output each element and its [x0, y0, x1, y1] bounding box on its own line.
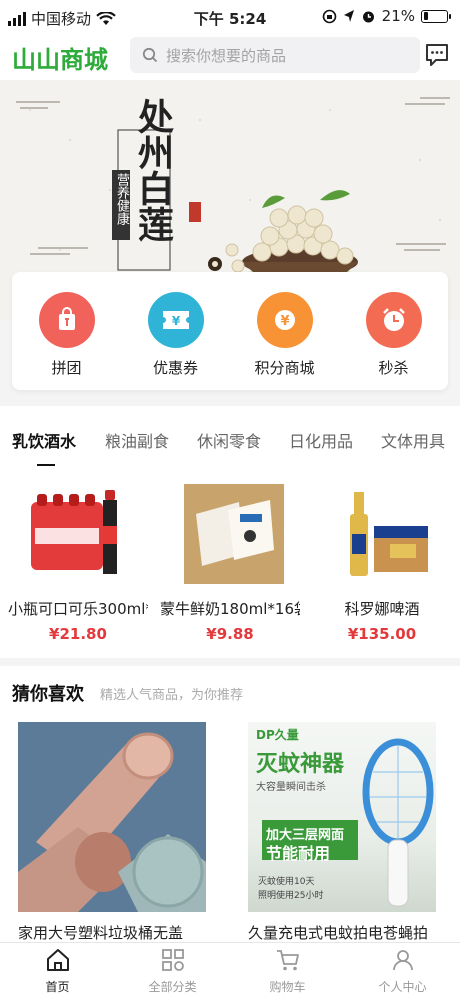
tabbar-profile[interactable]: 个人中心: [345, 943, 460, 996]
spec-label-2: 照明使用25小时: [258, 891, 324, 901]
quick-item-label: 秒杀: [378, 359, 409, 377]
svg-text:¥: ¥: [280, 314, 289, 329]
product-image-coke: [28, 484, 128, 584]
product-name: 小瓶可口可乐300ml*12瓶: [8, 600, 148, 618]
home-icon: [46, 949, 69, 971]
banner-title: 处州白莲: [132, 98, 174, 242]
tabbar-label: 个人中心: [378, 980, 427, 994]
orientation-lock-icon: [322, 9, 336, 23]
recommend-card[interactable]: DP久量 灭蚊神器 大容量瞬间击杀 加大三层网面 节能耐用 灭蚊使用10天 照明…: [248, 722, 436, 912]
quick-item-coupon[interactable]: ¥ 优惠券: [136, 292, 216, 390]
quick-item-flash-sale[interactable]: 秒杀: [354, 292, 434, 390]
tab-snacks[interactable]: 休闲零食: [197, 428, 261, 452]
bottom-tab-bar: 首页 全部分类 购物车 个人中心: [0, 942, 460, 996]
tab-stationery[interactable]: 文体用具: [381, 428, 445, 452]
location-icon: [343, 10, 354, 22]
battery-percent: 21%: [381, 7, 415, 25]
tab-daily-goods[interactable]: 日化用品: [289, 428, 353, 452]
alarm-icon: [362, 11, 374, 22]
group-buy-icon: [38, 292, 95, 348]
tabbar-cart[interactable]: 购物车: [230, 943, 345, 996]
active-tab-indicator: [37, 464, 55, 466]
svg-text:¥: ¥: [171, 314, 180, 328]
spec-label-1: 灭蚊使用10天: [258, 877, 315, 887]
category-section: 乳饮酒水 粮油副食 休闲零食 日化用品 文体用具 小瓶可口可乐300ml*12瓶…: [0, 406, 460, 658]
quick-item-label: 优惠券: [152, 359, 198, 377]
tabbar-home[interactable]: 首页: [0, 943, 115, 996]
battery-icon: [421, 9, 451, 23]
alarm-clock-icon: [365, 292, 422, 348]
product-price: ¥9.88: [206, 625, 254, 643]
app-logo[interactable]: 山山商城: [12, 40, 108, 75]
top-header: 山山商城 搜索你想要的商品: [0, 34, 460, 80]
tabbar-label: 全部分类: [148, 980, 197, 994]
product-name: 科罗娜啤酒: [344, 600, 420, 618]
recommend-section: 猜你喜欢 精选人气商品，为你推荐 DP久量 灭蚊神器 大容量瞬间击杀 加大三层网…: [0, 666, 460, 942]
product-price: ¥135.00: [347, 625, 417, 643]
quick-menu: 拼团 ¥ 优惠券 ¥ 积分商城 秒杀: [12, 272, 448, 390]
recommend-subtitle: 精选人气商品，为你推荐: [100, 688, 244, 703]
points-icon: ¥: [256, 292, 313, 348]
quick-item-points-mall[interactable]: ¥ 积分商城: [245, 292, 325, 390]
coupon-icon: ¥: [147, 292, 204, 348]
category-tabs: 乳饮酒水 粮油副食 休闲零食 日化用品 文体用具: [0, 428, 460, 468]
tab-grain-oil[interactable]: 粮油副食: [105, 428, 169, 452]
recommend-title: 猜你喜欢: [12, 684, 84, 705]
user-icon: [392, 950, 413, 971]
product-image-milk: [180, 484, 284, 584]
brand-label: DP久量: [256, 728, 299, 742]
recommend-card[interactable]: [18, 722, 206, 912]
status-bar: 中国移动 下午 5:24 21%: [0, 0, 460, 34]
message-icon[interactable]: [424, 42, 450, 68]
quick-item-label: 拼团: [51, 359, 82, 377]
cart-icon: [276, 950, 299, 971]
product-card[interactable]: 蒙牛鲜奶180ml*16袋 ¥9.88: [160, 484, 300, 643]
product-image-trash-can: [18, 722, 206, 912]
search-bar[interactable]: 搜索你想要的商品: [130, 37, 420, 73]
product-name: 蒙牛鲜奶180ml*16袋: [160, 600, 300, 618]
headline-label: 灭蚊神器: [256, 752, 345, 777]
quick-item-label: 积分商城: [254, 359, 315, 377]
product-image-beer: [332, 484, 432, 584]
banner-tag: 营养健康: [114, 173, 129, 225]
product-card[interactable]: 科罗娜啤酒 ¥135.00: [312, 484, 452, 643]
recommend-product-name: 久量充电式电蚊拍电苍蝇拍: [248, 924, 429, 942]
feature-label-2: 节能耐用: [266, 844, 331, 863]
search-icon: [142, 47, 158, 63]
product-card[interactable]: 小瓶可口可乐300ml*12瓶 ¥21.80: [8, 484, 148, 643]
grid-icon: [161, 949, 184, 971]
tab-drinks[interactable]: 乳饮酒水: [12, 428, 76, 452]
quick-item-group-buy[interactable]: 拼团: [27, 292, 107, 390]
tagline-label: 大容量瞬间击杀: [256, 782, 326, 793]
tabbar-label: 首页: [45, 980, 70, 994]
search-placeholder: 搜索你想要的商品: [166, 46, 287, 65]
product-price: ¥21.80: [49, 625, 107, 643]
recommend-product-name: 家用大号塑料垃圾桶无盖: [18, 924, 184, 942]
tabbar-label: 购物车: [269, 980, 306, 994]
tabbar-categories[interactable]: 全部分类: [115, 943, 230, 996]
